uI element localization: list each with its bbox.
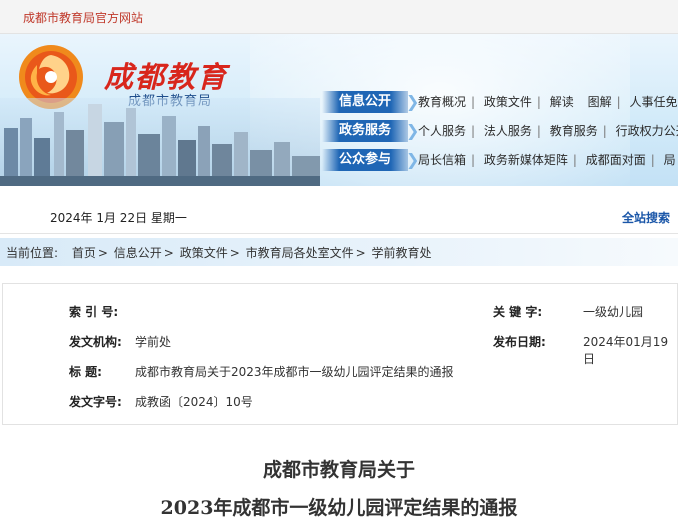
current-date: 2024年 1月 22日 星期一: [50, 211, 187, 225]
site-search-link[interactable]: 全站搜索: [622, 209, 670, 226]
breadcrumb-separator: >: [163, 246, 174, 260]
nav-link[interactable]: 政策文件: [484, 95, 532, 109]
breadcrumb-prefix: 当前位置:: [6, 246, 59, 260]
publish-date-value: 2024年01月19日: [583, 335, 669, 366]
breadcrumb: 当前位置: 首页 > 信息公开 > 政策文件 > 市教育局各处室文件 > 学前教育处: [0, 238, 678, 266]
nav-links-info: 教育概况| 政策文件| 解读 图解| 人事任免| 招: [418, 95, 678, 109]
breadcrumb-item-home[interactable]: 首页: [72, 246, 96, 260]
breadcrumb-separator: >: [97, 246, 108, 260]
keyword-label: 关 键 字:: [493, 305, 543, 319]
publish-date-label: 发布日期:: [493, 335, 546, 349]
index-label: 索 引 号:: [69, 305, 119, 319]
doc-number-value: 成教函〔2024〕10号: [135, 395, 253, 409]
breadcrumb-item-policy[interactable]: 政策文件: [180, 246, 228, 260]
document-meta-box: 索 引 号: 关 键 字: 一级幼儿园 发文机构: 学前处 发布日期: 2024…: [2, 283, 678, 425]
nav-link[interactable]: 局长信箱: [418, 153, 466, 167]
title-label: 标 题:: [69, 365, 102, 379]
nav-links-participation: 局长信箱 | 政务新媒体矩阵 | 成都面对面 | 局: [418, 153, 676, 167]
site-name-link[interactable]: 成都市教育局官方网站: [23, 9, 143, 26]
document-title-line1: 成都市教育局关于: [262, 459, 415, 481]
nav-category-gov-service[interactable]: 政务服务: [322, 120, 408, 142]
header-banner: 成都教育 成都市教育局 信息公开 ❯ 教育概况| 政策文件|: [0, 34, 678, 186]
nav-category-public-participation[interactable]: 公众参与: [322, 149, 408, 171]
nav-link[interactable]: 行政权力公开: [616, 124, 678, 138]
city-skyline-image: [0, 98, 320, 186]
nav-link[interactable]: 局: [664, 153, 676, 167]
nav-link[interactable]: 解读: [550, 95, 574, 109]
doc-number-label: 发文字号:: [69, 395, 122, 409]
nav-links-service: 个人服务| 法人服务| 教育服务| 行政权力公开: [418, 120, 678, 142]
nav-link[interactable]: 教育服务: [550, 124, 598, 138]
nav-link[interactable]: 教育概况: [418, 95, 466, 109]
nav-link[interactable]: 法人服务: [484, 124, 532, 138]
nav-link[interactable]: 人事任免: [630, 95, 678, 109]
breadcrumb-item-dept-files[interactable]: 市教育局各处室文件: [246, 246, 354, 260]
nav-link[interactable]: 成都面对面: [586, 153, 646, 167]
document-title-line2: 2023年成都市一级幼儿园评定结果的通报: [160, 497, 518, 519]
date-bar: 2024年 1月 22日 星期一 全站搜索: [0, 200, 678, 234]
breadcrumb-item-preschool[interactable]: 学前教育处: [372, 246, 432, 260]
breadcrumb-separator: >: [355, 246, 366, 260]
org-value: 学前处: [135, 335, 172, 349]
nav-link[interactable]: 图解: [588, 95, 612, 109]
nav-link[interactable]: 政务新媒体矩阵: [484, 153, 568, 167]
org-label: 发文机构:: [69, 335, 122, 349]
top-strip: 成都市教育局官方网站: [0, 0, 678, 34]
breadcrumb-item-info-public[interactable]: 信息公开: [114, 246, 162, 260]
nav-link[interactable]: 个人服务: [418, 124, 466, 138]
keyword-value: 一级幼儿园: [583, 305, 644, 319]
nav-category-info-public[interactable]: 信息公开: [322, 91, 408, 113]
title-value: 成都市教育局关于2023年成都市一级幼儿园评定结果的通报: [135, 365, 454, 379]
breadcrumb-separator: >: [229, 246, 240, 260]
